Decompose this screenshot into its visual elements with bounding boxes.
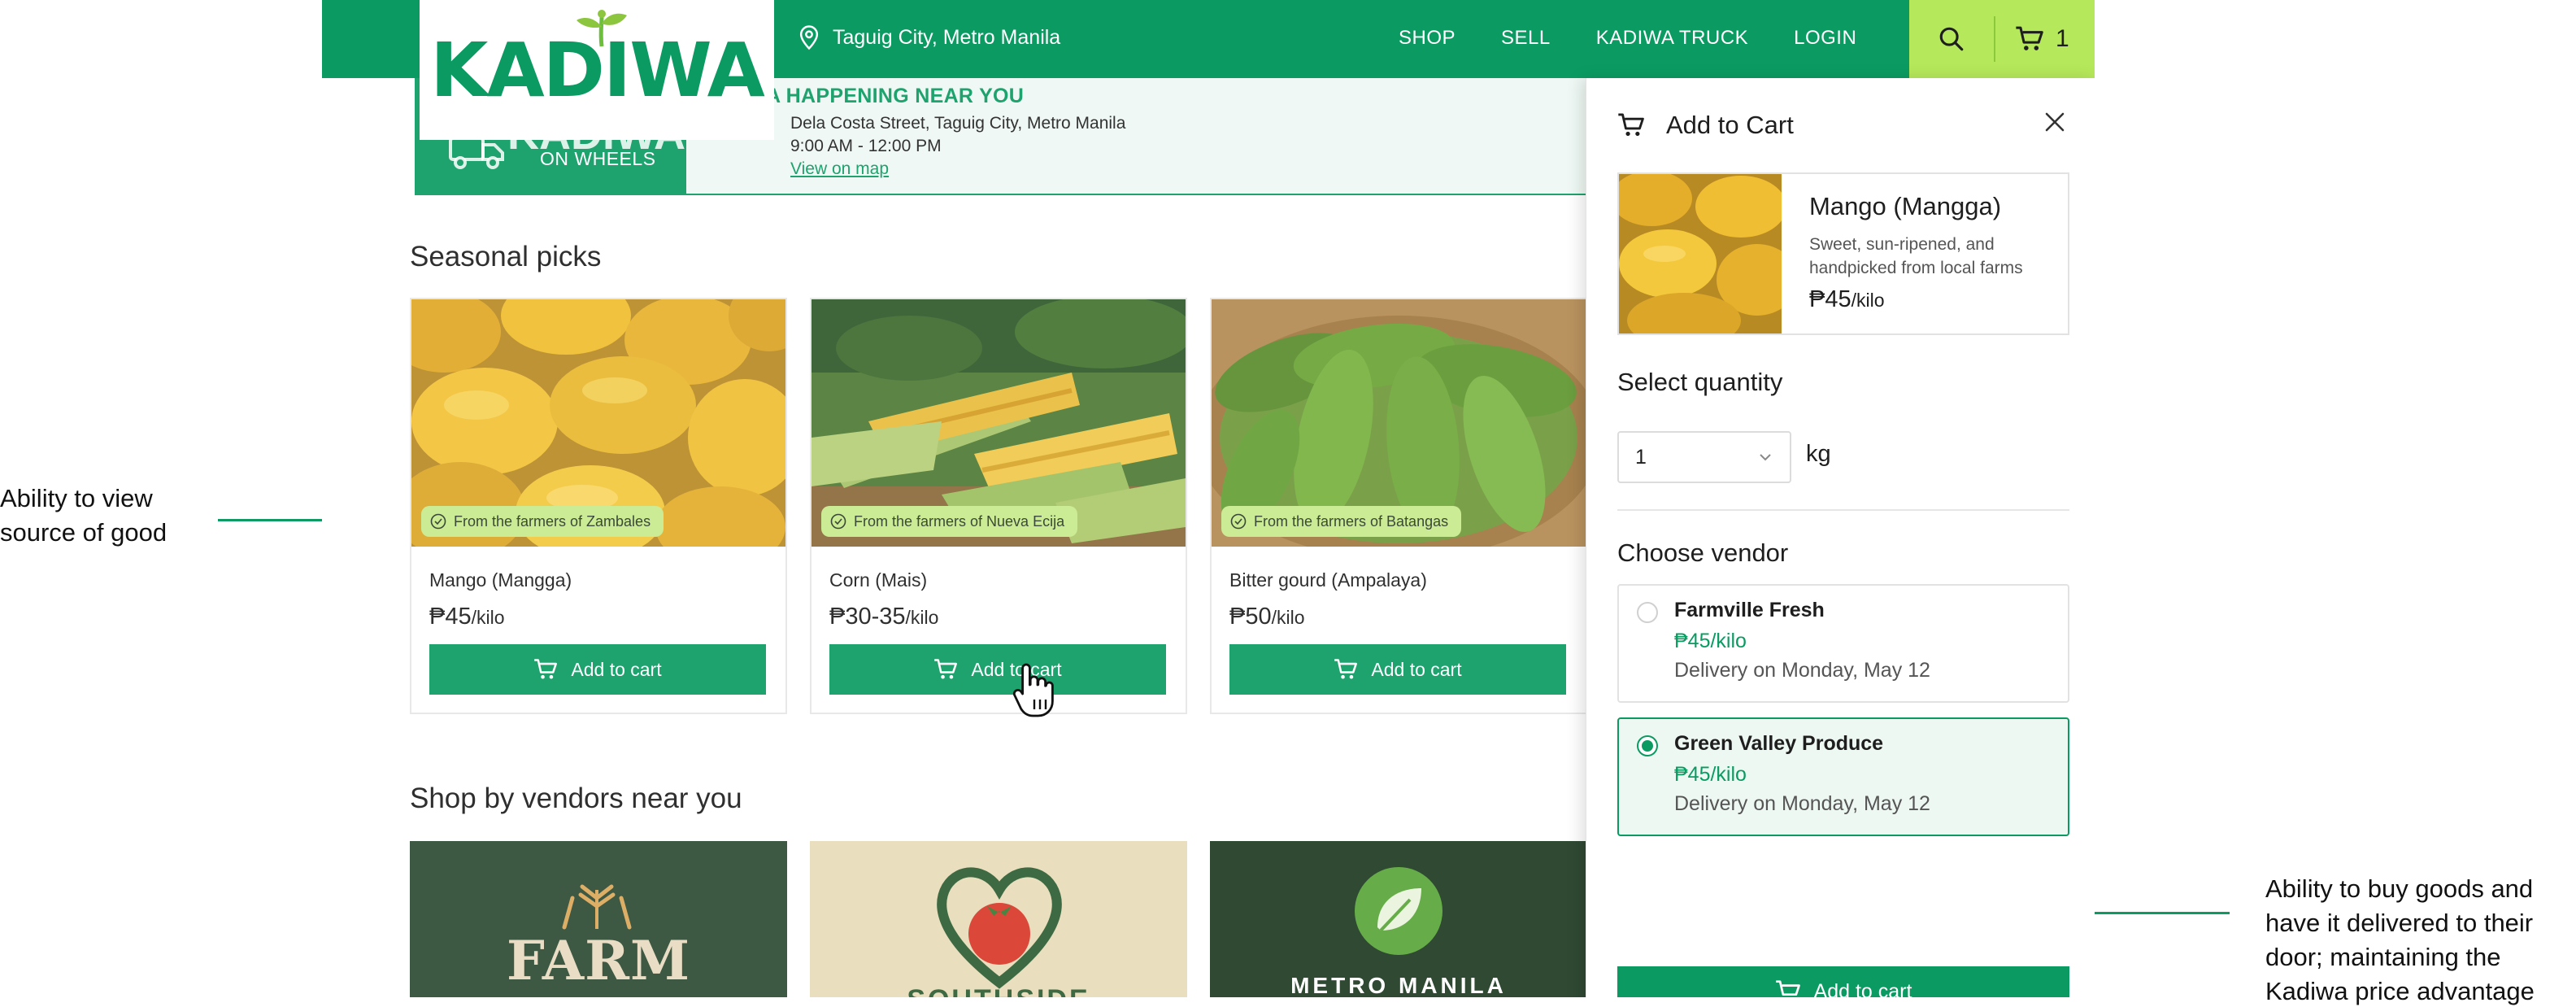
add-to-cart-panel: Add to Cart Mango (Mangga) Sweet, sun-ri… [1586, 78, 2095, 997]
location-text: Taguig City, Metro Manila [833, 25, 1061, 49]
nav-login[interactable]: LOGIN [1794, 27, 1856, 50]
price-unit: /kilo [1851, 290, 1885, 311]
quantity-value: 1 [1635, 445, 1647, 469]
vendor-option-delivery: Delivery on Monday, May 12 [1674, 792, 1930, 815]
panel-add-to-cart-label: Add to cart [1813, 979, 1912, 998]
cart-icon [1618, 113, 1644, 137]
quantity-dropdown[interactable]: 1 [1617, 431, 1791, 483]
vendor-option-price: ₱45/kilo [1674, 763, 1747, 786]
quantity-unit: kg [1806, 441, 1831, 467]
search-button[interactable] [1909, 0, 1994, 78]
selected-product: Mango (Mangga) Sweet, sun-ripened, and h… [1617, 172, 2069, 335]
main-nav: SHOP SELL KADIWA TRUCK LOGIN [1399, 27, 1856, 50]
cart-count: 1 [2056, 25, 2069, 52]
vendor-option-delivery: Delivery on Monday, May 12 [1674, 659, 1930, 682]
panel-header: Add to Cart [1617, 111, 1794, 140]
vendor-option-name: Farmville Fresh [1674, 599, 1825, 621]
nav-sell[interactable]: SELL [1501, 27, 1551, 50]
product-description: Sweet, sun-ripened, and handpicked from … [1809, 235, 2023, 277]
divider [1617, 509, 2069, 511]
close-icon [2045, 112, 2065, 132]
nav-kadiwa-truck[interactable]: KADIWA TRUCK [1596, 27, 1748, 50]
product-price: ₱45/kilo [1809, 286, 1885, 313]
quantity-label: Select quantity [1617, 368, 1783, 396]
close-button[interactable] [2039, 106, 2071, 138]
vendor-option-name: Green Valley Produce [1674, 732, 1884, 755]
radio-button[interactable] [1637, 602, 1658, 623]
chevron-down-icon [1760, 454, 1771, 461]
utility-area: 1 [1909, 0, 2095, 78]
hand-pointer-icon [1012, 663, 1054, 717]
radio-button-selected[interactable] [1637, 735, 1658, 756]
vendor-option-farmville-fresh[interactable]: Farmville Fresh ₱45/kilo Delivery on Mon… [1617, 584, 2069, 703]
vendor-label: Choose vendor [1617, 538, 1789, 567]
price-value: ₱45 [1809, 286, 1852, 312]
annotation-view-source: Ability to view source of good [0, 484, 168, 547]
cart-icon [2016, 26, 2043, 50]
logo[interactable]: KADIWA [420, 0, 774, 140]
location-pin-icon [799, 25, 819, 50]
vendor-option-price: ₱45/kilo [1674, 630, 1747, 652]
panel-add-to-cart-button[interactable]: Add to cart [1617, 966, 2069, 997]
panel-title: Add to Cart [1666, 111, 1794, 139]
search-icon [1939, 27, 1964, 51]
product-name: Mango (Mangga) [1809, 192, 2002, 220]
nav-shop[interactable]: SHOP [1399, 27, 1456, 50]
sprout-icon [577, 9, 628, 46]
cart-button[interactable]: 1 [1995, 25, 2069, 53]
location-selector[interactable]: Taguig City, Metro Manila [797, 24, 1060, 50]
annotation-delivery: Ability to buy goods and have it deliver… [2265, 874, 2535, 1005]
product-thumbnail [1619, 174, 1782, 333]
vendor-option-green-valley-produce[interactable]: Green Valley Produce ₱45/kilo Delivery o… [1617, 717, 2069, 836]
app-frame: Taguig City, Metro Manila SHOP SELL KADI… [322, 0, 2095, 997]
cart-icon [1775, 980, 1800, 996]
